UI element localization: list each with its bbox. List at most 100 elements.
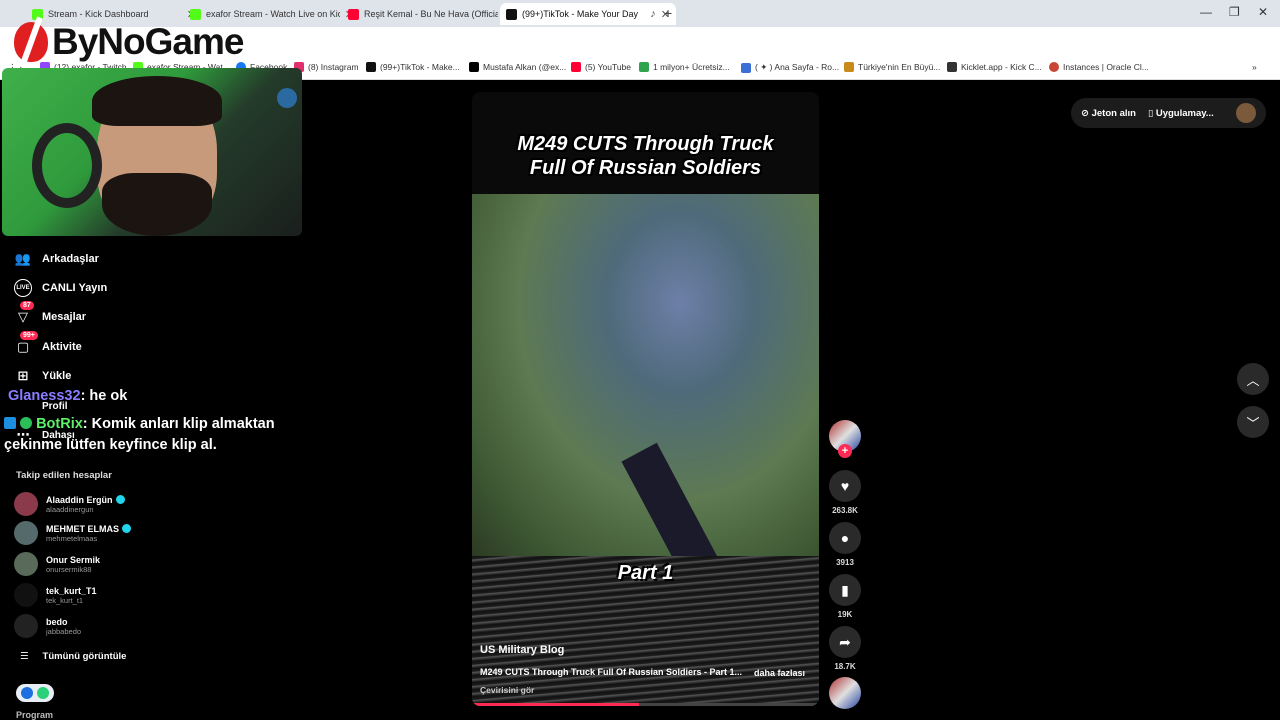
like-action[interactable]: ♥ 263.8K <box>829 470 861 515</box>
following-header: Takip edilen hesaplar <box>16 470 112 481</box>
share-action[interactable]: ➦ 18.7K <box>829 626 861 671</box>
bookmark-roblox[interactable]: ( ✦ ) Ana Sayfa - Ro... <box>741 62 839 73</box>
bookmark-kicklet[interactable]: Kicklet.app - Kick C... <box>947 62 1042 72</box>
following-account[interactable]: bedo jabbabedo <box>14 613 81 639</box>
live-icon: LIVE <box>14 279 32 297</box>
chat-message: BotRix: Komik anları klip almaktan çekin… <box>4 416 275 453</box>
get-coins-button[interactable]: ⊘ Jeton alın <box>1081 108 1136 119</box>
following-account[interactable]: tek_kurt_T1 tek_kurt_t1 <box>14 582 97 608</box>
profile-avatar[interactable] <box>1236 103 1256 123</box>
next-video-button[interactable]: ﹀ <box>1237 406 1269 438</box>
headset-icon <box>32 123 102 208</box>
sidebar-item-activity[interactable]: ▢ 99+ Aktivite <box>14 331 82 356</box>
coin-icon: ⊘ <box>1081 107 1089 119</box>
bookmark-x[interactable]: Mustafa Alkan (@ex... <box>469 62 566 72</box>
sidebar-item-live[interactable]: LIVE CANLI Yayın <box>14 279 107 297</box>
bookmarks-overflow-icon[interactable]: » <box>1252 62 1257 72</box>
friends-icon: 👥 <box>14 251 32 266</box>
comment-icon[interactable]: ● <box>829 522 861 554</box>
x-icon <box>469 62 479 72</box>
verified-icon <box>122 524 131 533</box>
minimize-icon[interactable]: — <box>1200 5 1212 19</box>
avatar <box>14 552 38 576</box>
video-title-overlay: M249 CUTS Through Truck Full Of Russian … <box>517 133 774 179</box>
streamer-hair <box>92 76 222 126</box>
tab-resit-kemal[interactable]: Reşit Kemal - Bu Ne Hava (Official ✕ <box>342 3 518 25</box>
tiktok-icon <box>366 62 376 72</box>
image-icon <box>639 62 649 72</box>
see-all-following[interactable]: ☰ Tümünü görüntüle <box>20 651 126 662</box>
tiktok-icon <box>506 8 517 20</box>
following-account[interactable]: Alaaddin Ergün alaaddinergun <box>14 491 125 517</box>
list-icon: ☰ <box>20 651 29 662</box>
bookmark-free[interactable]: 1 milyon+ Ücretsiz... <box>639 62 730 72</box>
sidebar-item-friends[interactable]: 👥 Arkadaşlar <box>14 250 99 268</box>
restore-icon[interactable]: ❐ <box>1229 5 1240 19</box>
chevron-up-icon: ︿ <box>1246 372 1260 388</box>
sidebar-item-upload[interactable]: ⊞ Yükle <box>14 367 72 385</box>
avatar <box>14 614 38 638</box>
status-icon <box>37 687 50 699</box>
heart-icon[interactable]: ♥ <box>829 470 861 502</box>
get-app-button[interactable]: ▯ Uygulamay... <box>1148 108 1214 119</box>
bookmark-oracle[interactable]: Instances | Oracle Cl... <box>1049 62 1149 72</box>
following-account[interactable]: Onur Sermik onursermik88 <box>14 551 100 577</box>
oracle-icon <box>1049 62 1059 72</box>
video-player[interactable]: M249 CUTS Through Truck Full Of Russian … <box>472 92 819 706</box>
bookmark-youtube[interactable]: (5) YouTube <box>571 62 631 72</box>
creator-avatar[interactable]: + <box>829 420 861 458</box>
bookmark-instagram[interactable]: (8) Instagram <box>294 62 359 72</box>
more-link[interactable]: daha fazlası <box>754 668 805 678</box>
roblox-icon <box>741 62 751 73</box>
avatar <box>14 492 38 516</box>
save-action[interactable]: ▮ 19K <box>829 574 861 619</box>
bookmark-tiktok[interactable]: (99+)TikTok - Make... <box>366 62 460 72</box>
close-window-icon[interactable]: ✕ <box>1258 5 1268 19</box>
video-author[interactable]: US Military Blog <box>480 644 564 656</box>
top-right-controls: ⊘ Jeton alın ▯ Uygulamay... <box>1071 98 1266 128</box>
video-progress-fill <box>472 703 639 706</box>
bynogame-logo: ByNoGame <box>14 18 244 66</box>
youtube-icon <box>571 62 581 72</box>
chevron-down-icon: ﹀ <box>1246 415 1260 431</box>
sidebar-item-messages[interactable]: ▽ 87 Mesajlar <box>14 301 86 326</box>
comment-action[interactable]: ● 3913 <box>829 522 861 567</box>
avatar <box>14 583 38 607</box>
video-progress[interactable] <box>472 703 819 706</box>
video-frame <box>472 194 819 586</box>
translate-link[interactable]: Çevirisini gör <box>480 685 534 695</box>
video-description: M249 CUTS Through Truck Full Of Russian … <box>480 667 743 677</box>
video-part-label: Part 1 <box>617 562 674 584</box>
share-icon[interactable]: ➦ <box>829 626 861 658</box>
following-account[interactable]: MEHMET ELMAS mehmetelmaas <box>14 520 131 546</box>
extension-chip[interactable] <box>16 684 54 702</box>
activity-badge: 99+ <box>20 331 38 340</box>
verified-badge-icon <box>20 417 33 429</box>
youtube-icon <box>348 8 359 20</box>
play-icon <box>20 687 33 699</box>
audio-icon[interactable]: ♪ <box>650 8 656 20</box>
bookmark-turkiye[interactable]: Türkiye'nin En Büyü... <box>844 62 940 72</box>
phone-icon: ▯ <box>1147 107 1154 119</box>
webcam-overlay <box>2 68 302 236</box>
bookmark-icon[interactable]: ▮ <box>829 574 861 606</box>
music-disc-icon <box>829 677 861 709</box>
streamer-beard <box>102 173 212 236</box>
mod-badge-icon <box>4 417 16 429</box>
activity-icon: ▢ 99+ <box>14 331 38 356</box>
messages-icon: ▽ 87 <box>14 301 34 326</box>
messages-badge: 87 <box>20 301 34 310</box>
chat-message: Glaness32: he ok <box>8 388 128 404</box>
previous-video-button[interactable]: ︿ <box>1237 363 1269 395</box>
sound-avatar[interactable] <box>829 677 861 709</box>
bynogame-logo-icon <box>14 22 48 62</box>
avatar <box>14 521 38 545</box>
new-tab-button[interactable]: + <box>664 5 672 21</box>
upload-icon: ⊞ <box>17 368 29 383</box>
verified-icon <box>115 495 125 504</box>
follow-plus-icon[interactable]: + <box>838 444 852 458</box>
kicklet-icon <box>947 62 957 72</box>
program-label: Program <box>16 710 54 720</box>
tab-tiktok[interactable]: (99+)TikTok - Make Your Day ♪ ✕ <box>500 3 676 25</box>
light-icon <box>277 88 297 108</box>
